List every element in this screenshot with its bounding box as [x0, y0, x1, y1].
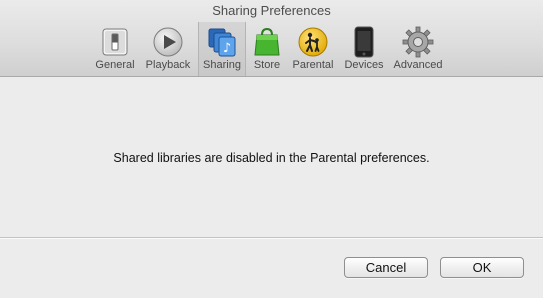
devices-phone-icon — [347, 26, 381, 58]
toolbar-item-playback[interactable]: Playback — [138, 22, 198, 76]
titlebar-toolbar: Sharing Preferences General Playback ♪ S… — [0, 0, 543, 77]
toolbar-item-parental[interactable]: Parental — [288, 22, 338, 76]
toolbar-label-sharing: Sharing — [203, 59, 241, 71]
playback-icon — [151, 26, 185, 58]
toolbar-label-store: Store — [253, 59, 281, 71]
general-switch-icon — [98, 26, 132, 58]
svg-text:♪: ♪ — [223, 41, 231, 56]
toolbar-item-sharing[interactable]: ♪ Sharing — [198, 22, 246, 76]
toolbar-label-devices: Devices — [344, 59, 384, 71]
preferences-window: Sharing Preferences General Playback ♪ S… — [0, 0, 543, 298]
ok-button[interactable]: OK — [440, 257, 524, 278]
sharing-pane: Shared libraries are disabled in the Par… — [0, 77, 543, 238]
cancel-button[interactable]: Cancel — [344, 257, 428, 278]
toolbar-label-advanced: Advanced — [393, 59, 443, 71]
window-title: Sharing Preferences — [212, 3, 331, 18]
preferences-toolbar: General Playback ♪ Sharing Store Parenta… — [92, 22, 446, 76]
separator — [0, 238, 543, 239]
toolbar-item-devices[interactable]: Devices — [338, 22, 390, 76]
toolbar-label-general: General — [95, 59, 135, 71]
toolbar-label-playback: Playback — [145, 59, 191, 71]
store-bag-icon — [250, 26, 284, 58]
toolbar-item-store[interactable]: Store — [246, 22, 288, 76]
advanced-gear-icon — [401, 26, 435, 58]
toolbar-item-general[interactable]: General — [92, 22, 138, 76]
toolbar-label-parental: Parental — [292, 59, 334, 71]
disabled-message: Shared libraries are disabled in the Par… — [113, 151, 430, 165]
toolbar-item-advanced[interactable]: Advanced — [390, 22, 446, 76]
parental-icon — [296, 26, 330, 58]
sharing-icon: ♪ — [205, 26, 239, 58]
